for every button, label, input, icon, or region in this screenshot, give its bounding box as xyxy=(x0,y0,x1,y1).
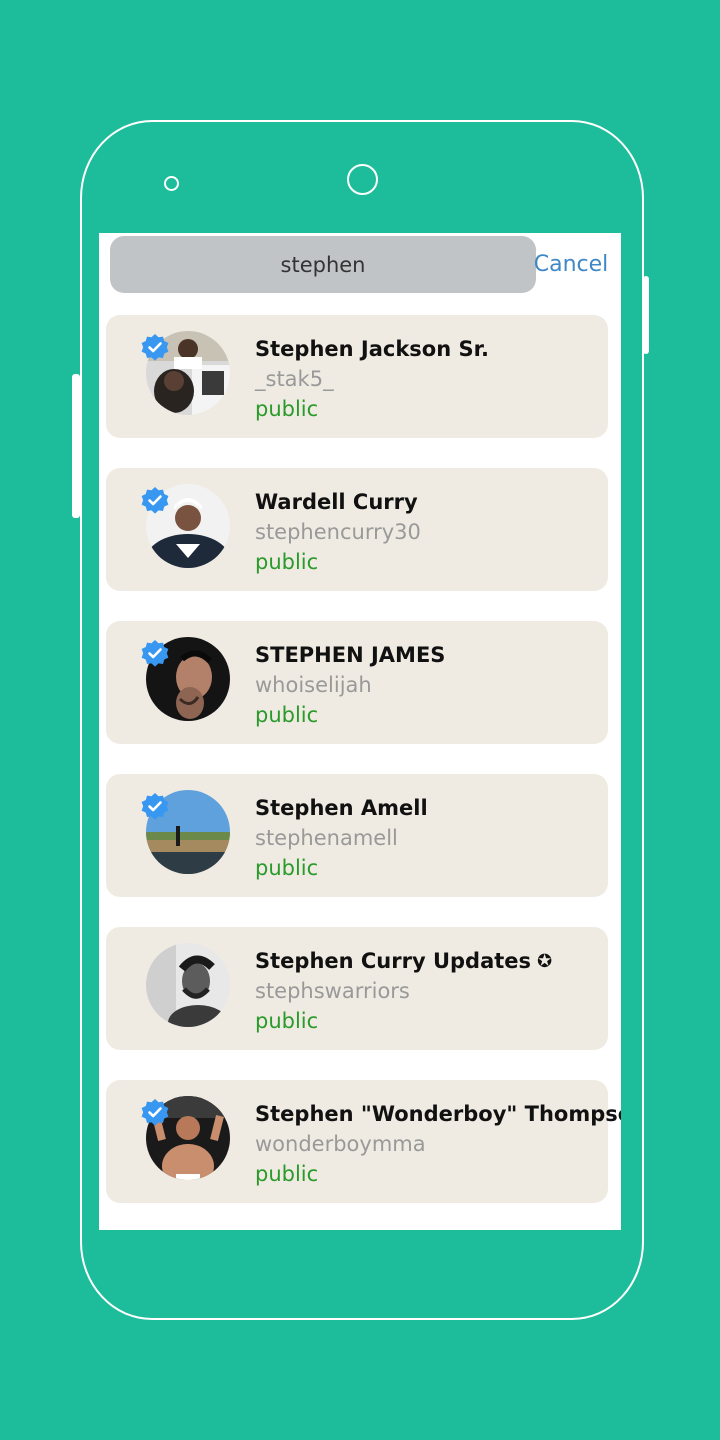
verified-badge-icon xyxy=(141,1099,169,1126)
cancel-button[interactable]: Cancel xyxy=(534,236,609,293)
result-username: whoiselijah xyxy=(255,673,372,697)
phone-camera-icon xyxy=(347,164,378,195)
result-name: Stephen Amell xyxy=(255,796,428,820)
result-username: _stak5_ xyxy=(255,367,334,391)
result-card[interactable]: Stephen Curry Updates ✪ stephswarriors pu… xyxy=(106,927,608,1050)
result-card[interactable]: Stephen Amell stephenamell public xyxy=(106,774,608,897)
result-info: Stephen "Wonderboy" Thompson wonderboymm… xyxy=(255,1099,621,1189)
result-card[interactable]: STEPHEN JAMES whoiselijah public xyxy=(106,621,608,744)
result-privacy: public xyxy=(255,1009,319,1033)
result-info: Stephen Amell stephenamell public xyxy=(255,793,428,883)
result-username: stephswarriors xyxy=(255,979,410,1003)
verified-badge-icon xyxy=(141,487,169,514)
result-name: Stephen "Wonderboy" Thompson xyxy=(255,1102,621,1126)
app-screen: stephen Cancel Stephen Jackson Sr. _stak… xyxy=(99,233,621,1230)
result-card[interactable]: Stephen "Wonderboy" Thompson wonderboymm… xyxy=(106,1080,621,1203)
result-name: Wardell Curry xyxy=(255,490,418,514)
result-info: Wardell Curry stephencurry30 public xyxy=(255,487,421,577)
phone-power-button xyxy=(643,276,649,354)
verified-badge-icon xyxy=(141,793,169,820)
result-name: Stephen Curry Updates ✪ xyxy=(255,946,552,976)
search-query: stephen xyxy=(280,252,366,277)
result-username: stephencurry30 xyxy=(255,520,421,544)
result-username: stephenamell xyxy=(255,826,398,850)
result-name: STEPHEN JAMES xyxy=(255,643,446,667)
result-name: Stephen Jackson Sr. xyxy=(255,337,489,361)
result-info: STEPHEN JAMES whoiselijah public xyxy=(255,640,445,730)
result-info: Stephen Jackson Sr. _stak5_ public xyxy=(255,334,489,424)
result-privacy: public xyxy=(255,703,319,727)
star-badge-icon: ✪ xyxy=(537,951,553,972)
verified-badge-icon xyxy=(141,334,169,361)
result-privacy: public xyxy=(255,397,319,421)
phone-volume-button xyxy=(72,374,80,518)
result-name-text: Stephen Curry Updates xyxy=(255,949,532,973)
result-info: Stephen Curry Updates ✪ stephswarriors pu… xyxy=(255,946,552,1036)
verified-badge-icon xyxy=(141,640,169,667)
avatar xyxy=(146,943,230,1027)
result-card[interactable]: Stephen Jackson Sr. _stak5_ public xyxy=(106,315,608,438)
result-privacy: public xyxy=(255,1162,319,1186)
result-privacy: public xyxy=(255,856,319,880)
search-input[interactable]: stephen xyxy=(110,236,536,293)
result-card[interactable]: Wardell Curry stephencurry30 public xyxy=(106,468,608,591)
result-username: wonderboymma xyxy=(255,1132,426,1156)
result-privacy: public xyxy=(255,550,319,574)
phone-sensor-icon xyxy=(164,176,179,191)
